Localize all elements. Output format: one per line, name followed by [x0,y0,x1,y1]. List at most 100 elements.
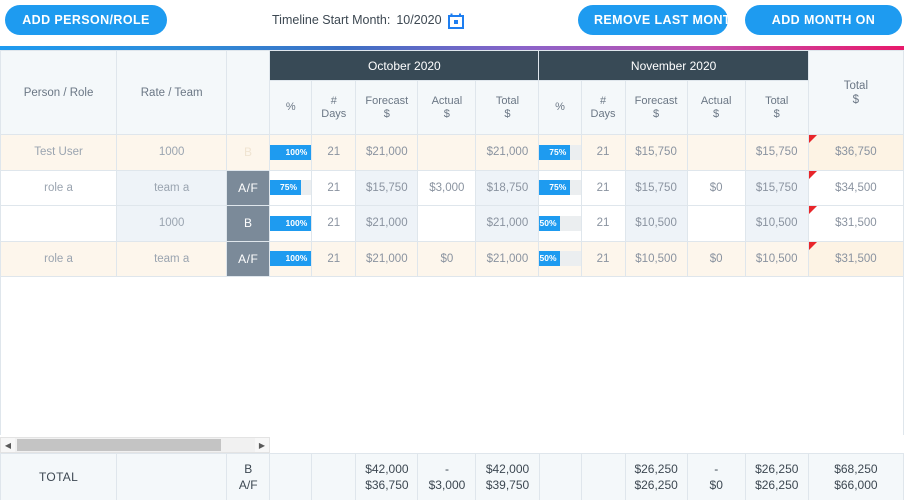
row-oct-percent-cell[interactable]: 100% [269,205,313,242]
percent-bar-track: 100% [270,215,312,231]
totals-oct-total-b: $42,000 [485,462,530,476]
header-month-november: November 2020 [538,50,809,81]
row-grand-total-cell: $31,500 [807,240,904,277]
row-af-cell[interactable]: A/F [226,240,271,277]
row-oct-days-cell[interactable]: 21 [311,134,357,171]
percent-bar-label: 75% [549,146,567,157]
header-nov-total-l2: $ [773,107,780,120]
row-rate-team-cell[interactable]: 1000 [116,134,228,171]
row-oct-forecast-cell[interactable]: $21,000 [355,205,419,242]
scrollbar-track[interactable] [15,438,255,452]
header-nov-days-l1: # [599,94,607,107]
horizontal-scrollbar[interactable]: ◀ ▶ [0,437,270,453]
add-month-on-button[interactable]: ADD MONTH ON [745,5,902,35]
row-nov-forecast-cell[interactable]: $15,750 [624,134,688,171]
row-nov-percent-cell[interactable]: 50% [538,205,582,242]
row-oct-days-cell[interactable]: 21 [311,240,357,277]
totals-af-af: A/F [238,478,258,492]
row-oct-days-cell[interactable]: 21 [311,205,357,242]
totals-nov-actual-af: $0 [709,478,723,492]
header-nov-actual-l1: Actual [700,94,732,107]
header-person-role: Person / Role [0,50,118,135]
calendar-icon[interactable] [447,13,464,29]
totals-oct-actual-b: - [444,462,449,476]
row-rate-team-cell[interactable]: 1000 [116,205,228,242]
row-oct-days-cell[interactable]: 21 [311,169,357,206]
row-nov-actual-cell[interactable]: $0 [686,169,746,206]
row-nov-days-cell[interactable]: 21 [580,169,626,206]
row-af-cell[interactable]: B [226,205,271,242]
row-nov-total-cell: $10,500 [744,205,809,242]
table-row[interactable]: Test User 1000 B 100% 21 $21,000 $21,000 75% 21 $… [0,134,904,171]
row-nov-forecast-cell[interactable]: $10,500 [624,205,688,242]
row-nov-percent-cell[interactable]: 50% [538,240,582,277]
timeline-start-month-label: Timeline Start Month: [272,13,391,27]
row-nov-days-cell[interactable]: 21 [580,205,626,242]
row-person-cell[interactable]: Test User [0,134,118,171]
row-nov-days-cell[interactable]: 21 [580,240,626,277]
row-nov-days-cell[interactable]: 21 [580,134,626,171]
header-grand-total: Total $ [807,50,904,135]
scrollbar-thumb[interactable] [17,439,221,451]
table-row[interactable]: 1000 B 100% 21 $21,000 $21,000 50% 21 $10,500 $10… [0,205,904,242]
row-rate-team-cell[interactable]: team a [116,240,228,277]
row-nov-actual-cell[interactable]: $0 [686,240,746,277]
table-row[interactable]: role a team a A/F 75% 21 $15,750 $3,000 $18,750… [0,169,904,206]
totals-oct-forecast: $42,000 $36,750 [355,454,419,500]
header-af [226,50,271,135]
scroll-right-arrow-icon[interactable]: ▶ [255,438,269,452]
row-nov-forecast-cell[interactable]: $10,500 [624,240,688,277]
row-oct-forecast-cell[interactable]: $15,750 [355,169,419,206]
row-nov-total-cell: $15,750 [744,169,809,206]
totals-oct-pct [269,454,313,500]
header-nov-pct-l1: % [555,101,565,113]
row-oct-forecast-cell[interactable]: $21,000 [355,134,419,171]
table-row[interactable]: role a team a A/F 100% 21 $21,000 $0 $21,000 50%… [0,240,904,277]
timeline-table-scroll-region[interactable]: Person / Role Rate / Team October 2020 N… [0,50,904,435]
totals-nov-total-af: $26,250 [755,478,799,492]
totals-nov-forecast-b: $26,250 [634,462,678,476]
row-af-cell[interactable]: B [226,134,271,171]
percent-bar-label: 50% [539,217,557,228]
row-af-tag: A/F [227,170,270,205]
row-nov-forecast-cell[interactable]: $15,750 [624,169,688,206]
row-oct-forecast-cell[interactable]: $21,000 [355,240,419,277]
scroll-left-arrow-icon[interactable]: ◀ [1,438,15,452]
row-oct-actual-cell[interactable] [417,134,477,171]
totals-nov-total: $26,250 $26,250 [744,454,809,500]
header-oct-total-l2: $ [504,107,511,120]
totals-oct-forecast-b: $42,000 [365,462,409,476]
totals-oct-total-af: $39,750 [485,478,530,492]
percent-bar-label: 100% [285,146,308,157]
row-nov-percent-cell[interactable]: 75% [538,134,582,171]
table-head: Person / Role Rate / Team October 2020 N… [0,50,904,135]
row-af-cell[interactable]: A/F [226,169,271,206]
table-body: Test User 1000 B 100% 21 $21,000 $21,000 75% 21 $… [0,134,904,435]
row-person-cell[interactable]: role a [0,169,118,206]
header-oct-actual: Actual $ [417,80,477,135]
header-oct-total: Total $ [475,80,540,135]
row-nov-actual-cell[interactable] [686,205,746,242]
add-person-role-button[interactable]: ADD PERSON/ROLE [5,5,167,35]
header-oct-total-l1: Total [495,94,520,107]
toolbar: ADD PERSON/ROLE Timeline Start Month: 10… [0,0,904,44]
row-rate-team-cell[interactable]: team a [116,169,228,206]
timeline-table: Person / Role Rate / Team October 2020 N… [0,50,904,435]
header-nov-forecast-l2: $ [653,107,660,120]
row-person-cell[interactable] [0,205,118,242]
row-oct-actual-cell[interactable]: $3,000 [417,169,477,206]
row-oct-actual-cell[interactable] [417,205,477,242]
row-nov-total-cell: $10,500 [744,240,809,277]
row-oct-percent-cell[interactable]: 100% [269,134,313,171]
row-nov-actual-cell[interactable] [686,134,746,171]
totals-oct-forecast-af: $36,750 [365,478,409,492]
row-nov-percent-cell[interactable]: 75% [538,169,582,206]
row-person-cell[interactable]: role a [0,240,118,277]
header-nov-forecast: Forecast $ [624,80,688,135]
row-oct-actual-cell[interactable]: $0 [417,240,477,277]
row-oct-percent-cell[interactable]: 100% [269,240,313,277]
header-nov-actual: Actual $ [686,80,746,135]
row-oct-percent-cell[interactable]: 75% [269,169,313,206]
header-oct-days: # Days [311,80,357,135]
remove-last-month-button[interactable]: REMOVE LAST MONTH [578,5,740,35]
